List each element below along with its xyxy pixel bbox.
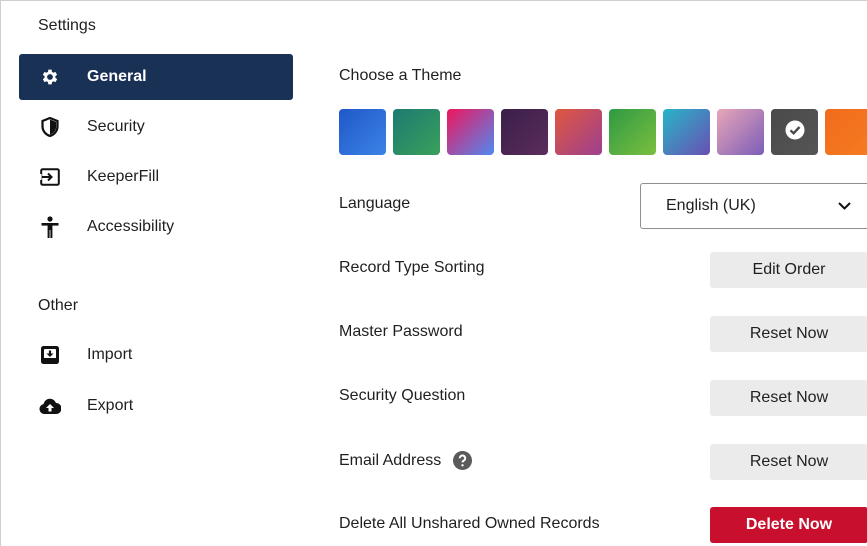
sidebar-item-label: KeeperFill xyxy=(87,168,160,185)
check-circle-icon xyxy=(785,120,805,145)
language-label: Language xyxy=(339,195,411,212)
reset-security-question-button[interactable]: Reset Now xyxy=(710,380,867,416)
reset-email-button[interactable]: Reset Now xyxy=(710,444,867,480)
sidebar-item-label: Security xyxy=(87,118,145,135)
sidebar-item-label: Accessibility xyxy=(87,218,175,235)
gear-icon xyxy=(39,66,61,88)
help-icon[interactable] xyxy=(453,451,473,470)
delete-now-button[interactable]: Delete Now xyxy=(710,507,867,543)
language-value: English (UK) xyxy=(666,197,756,214)
theme-swatch-orange[interactable] xyxy=(825,109,867,155)
settings-section-title: Settings xyxy=(38,17,96,34)
general-settings-panel: Choose a Theme Language English (UK) Rec… xyxy=(339,1,867,546)
theme-swatch-green[interactable] xyxy=(609,109,656,155)
language-select[interactable]: English (UK) xyxy=(640,183,867,229)
theme-swatch-dark-gray[interactable] xyxy=(771,109,818,155)
sidebar: Settings General Security KeeperFill Acc… xyxy=(1,1,301,546)
delete-records-label: Delete All Unshared Owned Records xyxy=(339,515,600,532)
sidebar-item-export[interactable]: Export xyxy=(19,383,293,429)
email-address-row: Email Address xyxy=(339,451,473,470)
sidebar-item-general[interactable]: General xyxy=(19,54,293,100)
theme-swatch-teal-green[interactable] xyxy=(393,109,440,155)
sidebar-item-import[interactable]: Import xyxy=(19,332,293,378)
sidebar-item-label: General xyxy=(87,68,147,85)
shield-icon xyxy=(39,116,61,138)
sidebar-item-label: Export xyxy=(87,397,134,414)
security-question-label: Security Question xyxy=(339,387,466,404)
sidebar-item-security[interactable]: Security xyxy=(19,104,293,150)
edit-order-button[interactable]: Edit Order xyxy=(710,252,867,288)
cloud-upload-icon xyxy=(39,395,61,417)
import-icon xyxy=(39,344,61,366)
keeperfill-icon xyxy=(39,166,61,188)
settings-window: Settings General Security KeeperFill Acc… xyxy=(0,0,867,546)
record-sorting-label: Record Type Sorting xyxy=(339,259,485,276)
chevron-down-icon xyxy=(838,197,851,215)
theme-swatch-blue[interactable] xyxy=(339,109,386,155)
sidebar-item-label: Import xyxy=(87,346,133,363)
sidebar-item-keeperfill[interactable]: KeeperFill xyxy=(19,154,293,200)
email-address-label: Email Address xyxy=(339,451,442,469)
theme-swatches xyxy=(339,109,867,155)
master-password-label: Master Password xyxy=(339,323,463,340)
sidebar-item-accessibility[interactable]: Accessibility xyxy=(19,204,293,250)
theme-swatch-pink-blue[interactable] xyxy=(447,109,494,155)
other-section-title: Other xyxy=(38,297,79,314)
theme-swatch-coral-purple[interactable] xyxy=(555,109,602,155)
theme-swatch-dark-purple[interactable] xyxy=(501,109,548,155)
theme-label: Choose a Theme xyxy=(339,67,462,84)
accessibility-icon xyxy=(39,216,61,238)
theme-swatch-pastel[interactable] xyxy=(717,109,764,155)
theme-swatch-cyan-purple[interactable] xyxy=(663,109,710,155)
reset-master-password-button[interactable]: Reset Now xyxy=(710,316,867,352)
